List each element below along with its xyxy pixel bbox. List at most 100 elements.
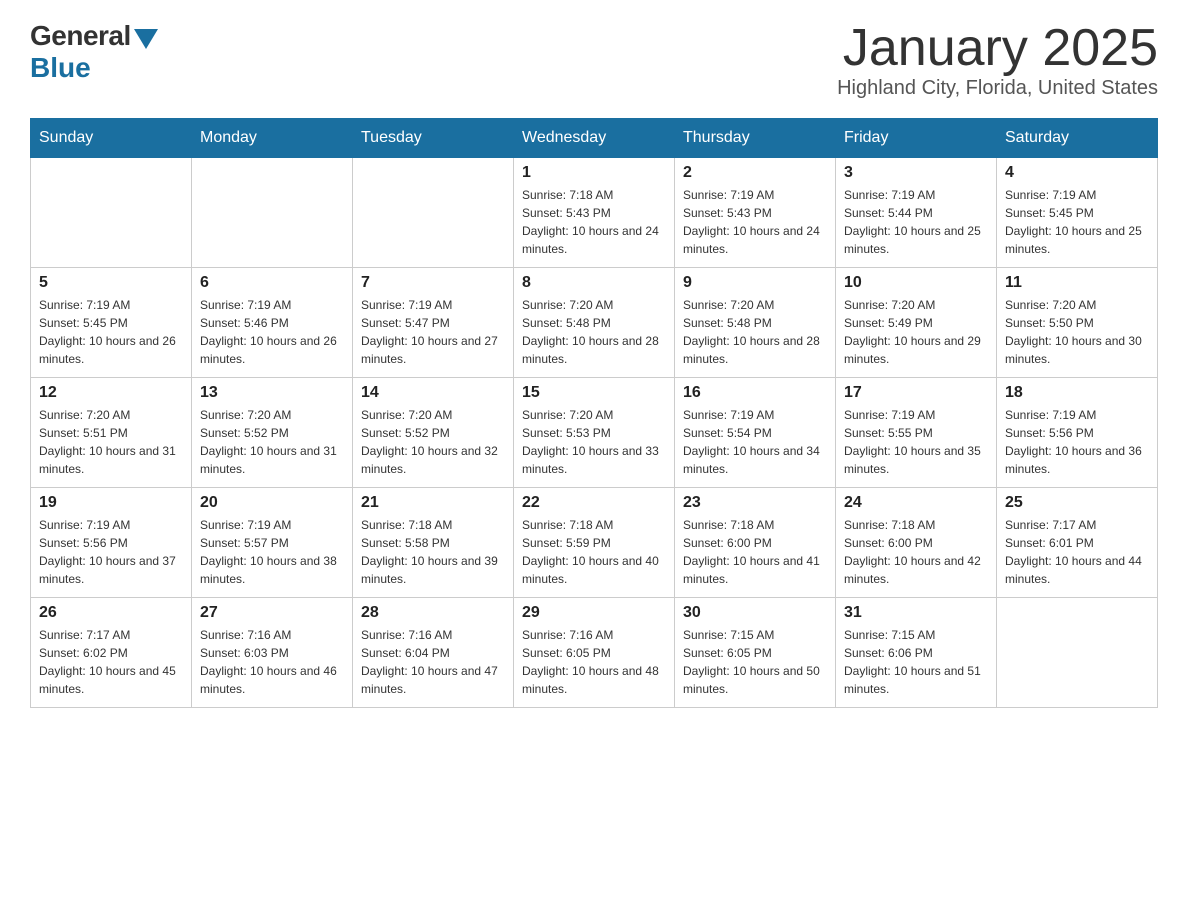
day-info: Sunrise: 7:20 AMSunset: 5:53 PMDaylight:…	[522, 406, 666, 478]
day-info: Sunrise: 7:17 AMSunset: 6:02 PMDaylight:…	[39, 626, 183, 698]
day-number: 2	[683, 164, 827, 182]
calendar-cell	[31, 158, 192, 268]
calendar-cell: 23 Sunrise: 7:18 AMSunset: 6:00 PMDayligh…	[675, 488, 836, 598]
calendar-cell	[353, 158, 514, 268]
day-number: 1	[522, 164, 666, 182]
day-info: Sunrise: 7:19 AMSunset: 5:54 PMDaylight:…	[683, 406, 827, 478]
calendar-header-sunday: Sunday	[31, 119, 192, 158]
day-number: 7	[361, 274, 505, 292]
calendar-week-4: 19Sunrise: 7:19 AMSunset: 5:56 PMDayligh…	[31, 488, 1158, 598]
day-number: 27	[200, 604, 344, 622]
day-info: Sunrise: 7:18 AMSunset: 5:58 PMDaylight:…	[361, 516, 505, 588]
day-info: Sunrise: 7:18 AMSunset: 6:00 PMDaylight:…	[844, 516, 988, 588]
calendar-week-3: 12 Sunrise: 7:20 AMSunset: 5:51 PMDayligh…	[31, 378, 1158, 488]
calendar-cell: 25 Sunrise: 7:17 AMSunset: 6:01 PMDayligh…	[997, 488, 1158, 598]
day-number: 26	[39, 604, 183, 622]
page-header: General Blue January 2025 Highland City,…	[30, 20, 1158, 100]
day-number: 11	[1005, 274, 1149, 292]
day-number: 20	[200, 494, 344, 512]
day-info: Sunrise: 7:20 AMSunset: 5:49 PMDaylight:…	[844, 296, 988, 368]
day-info: Sunrise: 7:19 AMSunset: 5:43 PMDaylight:…	[683, 186, 827, 258]
day-info: Sunrise: 7:16 AMSunset: 6:05 PMDaylight:…	[522, 626, 666, 698]
day-number: 17	[844, 384, 988, 402]
calendar-header-monday: Monday	[192, 119, 353, 158]
day-info: Sunrise: 7:18 AMSunset: 6:00 PMDaylight:…	[683, 516, 827, 588]
day-number: 19	[39, 494, 183, 512]
day-info: Sunrise: 7:19 AMSunset: 5:46 PMDaylight:…	[200, 296, 344, 368]
calendar-cell: 12 Sunrise: 7:20 AMSunset: 5:51 PMDayligh…	[31, 378, 192, 488]
location-title: Highland City, Florida, United States	[837, 77, 1158, 100]
logo-arrow-icon	[134, 29, 158, 49]
day-number: 25	[1005, 494, 1149, 512]
day-number: 8	[522, 274, 666, 292]
calendar-cell: 5 Sunrise: 7:19 AMSunset: 5:45 PMDaylight…	[31, 268, 192, 378]
day-info: Sunrise: 7:15 AMSunset: 6:06 PMDaylight:…	[844, 626, 988, 698]
calendar-header-friday: Friday	[836, 119, 997, 158]
day-number: 6	[200, 274, 344, 292]
day-info: Sunrise: 7:19 AMSunset: 5:45 PMDaylight:…	[1005, 186, 1149, 258]
logo-general-text: General	[30, 20, 131, 52]
day-number: 5	[39, 274, 183, 292]
calendar-cell: 24Sunrise: 7:18 AMSunset: 6:00 PMDayligh…	[836, 488, 997, 598]
calendar-cell: 2 Sunrise: 7:19 AMSunset: 5:43 PMDaylight…	[675, 158, 836, 268]
day-number: 28	[361, 604, 505, 622]
logo: General Blue	[30, 20, 158, 84]
calendar-cell: 1 Sunrise: 7:18 AMSunset: 5:43 PMDaylight…	[514, 158, 675, 268]
day-number: 30	[683, 604, 827, 622]
day-number: 3	[844, 164, 988, 182]
calendar-cell: 8Sunrise: 7:20 AMSunset: 5:48 PMDaylight…	[514, 268, 675, 378]
day-number: 31	[844, 604, 988, 622]
calendar-week-2: 5 Sunrise: 7:19 AMSunset: 5:45 PMDaylight…	[31, 268, 1158, 378]
calendar-header-tuesday: Tuesday	[353, 119, 514, 158]
calendar-cell: 9Sunrise: 7:20 AMSunset: 5:48 PMDaylight…	[675, 268, 836, 378]
day-number: 29	[522, 604, 666, 622]
day-info: Sunrise: 7:18 AMSunset: 5:59 PMDaylight:…	[522, 516, 666, 588]
calendar-cell: 4 Sunrise: 7:19 AMSunset: 5:45 PMDaylight…	[997, 158, 1158, 268]
calendar-cell: 17 Sunrise: 7:19 AMSunset: 5:55 PMDayligh…	[836, 378, 997, 488]
calendar-cell: 27Sunrise: 7:16 AMSunset: 6:03 PMDayligh…	[192, 598, 353, 708]
day-number: 12	[39, 384, 183, 402]
calendar-cell	[192, 158, 353, 268]
day-number: 22	[522, 494, 666, 512]
title-section: January 2025 Highland City, Florida, Uni…	[837, 20, 1158, 100]
calendar-cell	[997, 598, 1158, 708]
day-info: Sunrise: 7:16 AMSunset: 6:04 PMDaylight:…	[361, 626, 505, 698]
day-info: Sunrise: 7:18 AMSunset: 5:43 PMDaylight:…	[522, 186, 666, 258]
day-number: 21	[361, 494, 505, 512]
day-info: Sunrise: 7:19 AMSunset: 5:45 PMDaylight:…	[39, 296, 183, 368]
day-number: 4	[1005, 164, 1149, 182]
day-info: Sunrise: 7:19 AMSunset: 5:55 PMDaylight:…	[844, 406, 988, 478]
day-info: Sunrise: 7:19 AMSunset: 5:44 PMDaylight:…	[844, 186, 988, 258]
calendar-header-wednesday: Wednesday	[514, 119, 675, 158]
calendar-cell: 19Sunrise: 7:19 AMSunset: 5:56 PMDayligh…	[31, 488, 192, 598]
day-number: 16	[683, 384, 827, 402]
calendar-cell: 18Sunrise: 7:19 AMSunset: 5:56 PMDayligh…	[997, 378, 1158, 488]
calendar-cell: 16 Sunrise: 7:19 AMSunset: 5:54 PMDayligh…	[675, 378, 836, 488]
calendar-cell: 21 Sunrise: 7:18 AMSunset: 5:58 PMDayligh…	[353, 488, 514, 598]
calendar-cell: 26 Sunrise: 7:17 AMSunset: 6:02 PMDayligh…	[31, 598, 192, 708]
day-info: Sunrise: 7:19 AMSunset: 5:56 PMDaylight:…	[1005, 406, 1149, 478]
day-info: Sunrise: 7:15 AMSunset: 6:05 PMDaylight:…	[683, 626, 827, 698]
month-title: January 2025	[837, 20, 1158, 77]
day-info: Sunrise: 7:19 AMSunset: 5:47 PMDaylight:…	[361, 296, 505, 368]
day-number: 13	[200, 384, 344, 402]
calendar-cell: 14Sunrise: 7:20 AMSunset: 5:52 PMDayligh…	[353, 378, 514, 488]
day-info: Sunrise: 7:20 AMSunset: 5:51 PMDaylight:…	[39, 406, 183, 478]
calendar-cell: 30 Sunrise: 7:15 AMSunset: 6:05 PMDayligh…	[675, 598, 836, 708]
day-number: 23	[683, 494, 827, 512]
day-number: 14	[361, 384, 505, 402]
calendar-cell: 10 Sunrise: 7:20 AMSunset: 5:49 PMDayligh…	[836, 268, 997, 378]
calendar-cell: 29 Sunrise: 7:16 AMSunset: 6:05 PMDayligh…	[514, 598, 675, 708]
day-info: Sunrise: 7:17 AMSunset: 6:01 PMDaylight:…	[1005, 516, 1149, 588]
calendar-header-row: SundayMondayTuesdayWednesdayThursdayFrid…	[31, 119, 1158, 158]
calendar-cell: 28 Sunrise: 7:16 AMSunset: 6:04 PMDayligh…	[353, 598, 514, 708]
calendar-cell: 22 Sunrise: 7:18 AMSunset: 5:59 PMDayligh…	[514, 488, 675, 598]
day-info: Sunrise: 7:20 AMSunset: 5:52 PMDaylight:…	[200, 406, 344, 478]
calendar-cell: 11 Sunrise: 7:20 AMSunset: 5:50 PMDayligh…	[997, 268, 1158, 378]
calendar-cell: 3 Sunrise: 7:19 AMSunset: 5:44 PMDaylight…	[836, 158, 997, 268]
calendar-cell: 15 Sunrise: 7:20 AMSunset: 5:53 PMDayligh…	[514, 378, 675, 488]
day-info: Sunrise: 7:20 AMSunset: 5:50 PMDaylight:…	[1005, 296, 1149, 368]
calendar-table: SundayMondayTuesdayWednesdayThursdayFrid…	[30, 118, 1158, 708]
day-number: 10	[844, 274, 988, 292]
day-number: 15	[522, 384, 666, 402]
